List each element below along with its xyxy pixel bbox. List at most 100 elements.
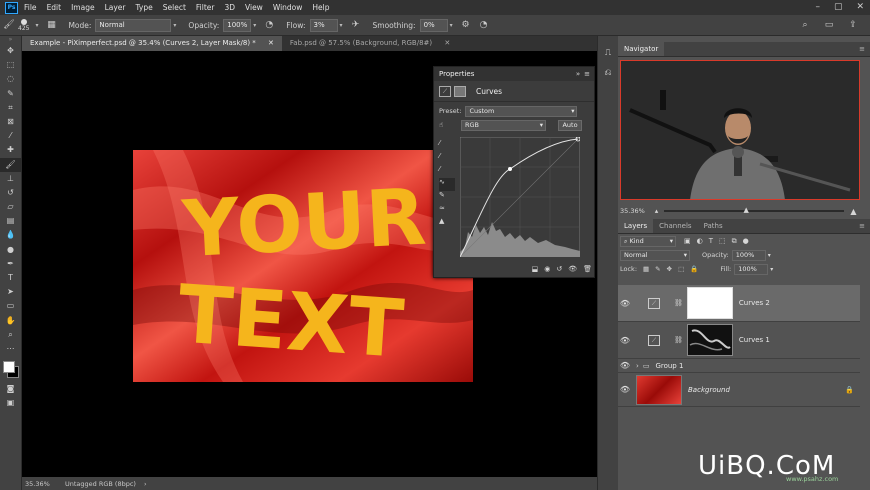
- link-chain-icon[interactable]: ⛓: [674, 336, 683, 344]
- zoom-out-icon[interactable]: ▴: [655, 207, 659, 215]
- zoom-tool-icon[interactable]: ⌕: [0, 328, 21, 342]
- shape-tool-icon[interactable]: ▭: [0, 299, 21, 313]
- lock-image-icon[interactable]: ✎: [655, 265, 660, 273]
- more-tools-icon[interactable]: ⋯: [0, 342, 21, 356]
- filter-smart-object-icon[interactable]: ⧉: [732, 237, 737, 246]
- close-window-button[interactable]: ✕: [856, 2, 864, 12]
- opacity-input[interactable]: 100%: [223, 18, 252, 32]
- airbrush-icon[interactable]: ✈: [350, 19, 362, 31]
- chevron-right-icon[interactable]: ›: [636, 362, 639, 370]
- menu-image[interactable]: Image: [71, 3, 95, 12]
- menu-window[interactable]: Window: [273, 3, 303, 12]
- menu-filter[interactable]: Filter: [196, 3, 215, 12]
- tab-layers[interactable]: Layers: [618, 219, 654, 233]
- layer-mask-thumbnail[interactable]: [686, 324, 733, 356]
- layer-row-background[interactable]: 👁 Background 🔒: [618, 373, 860, 407]
- black-point-eyedropper-icon[interactable]: ⁄: [439, 139, 455, 152]
- smooth-curve-icon[interactable]: ≈: [439, 204, 455, 217]
- hand-tool-icon[interactable]: ✋: [0, 314, 21, 328]
- panel-menu-icon[interactable]: ≡: [859, 45, 865, 53]
- layer-opacity-input[interactable]: 100%: [731, 249, 766, 261]
- menu-help[interactable]: Help: [312, 3, 329, 12]
- lock-position-icon[interactable]: ✥: [667, 265, 672, 273]
- search-icon[interactable]: ⌕: [799, 19, 811, 31]
- history-panel-icon[interactable]: ⎍: [598, 48, 618, 58]
- menu-3d[interactable]: 3D: [224, 3, 235, 12]
- filter-shape-icon[interactable]: ⬚: [719, 237, 726, 246]
- quick-select-tool-icon[interactable]: ✎: [0, 87, 21, 101]
- layer-mask-thumbnail[interactable]: [686, 287, 733, 319]
- frame-tool-icon[interactable]: ⊠: [0, 115, 21, 129]
- menu-view[interactable]: View: [245, 3, 263, 12]
- dodge-tool-icon[interactable]: ●: [0, 243, 21, 257]
- visibility-eye-icon[interactable]: 👁: [618, 299, 632, 308]
- move-tool-icon[interactable]: ✥: [0, 44, 21, 58]
- fill-input[interactable]: 100%: [734, 263, 769, 275]
- minimize-button[interactable]: –: [815, 2, 820, 12]
- lock-all-icon[interactable]: 🔒: [690, 265, 698, 273]
- chevron-down-icon[interactable]: ▾: [768, 252, 771, 259]
- menu-layer[interactable]: Layer: [105, 3, 126, 12]
- curves-graph[interactable]: [460, 137, 580, 257]
- panel-menu-icon[interactable]: ≡: [584, 70, 590, 78]
- preset-select[interactable]: Custom ▾: [465, 105, 578, 117]
- close-icon[interactable]: ✕: [444, 39, 450, 47]
- panel-menu-icon[interactable]: ≡: [859, 222, 865, 230]
- layer-thumbnail[interactable]: [636, 374, 682, 405]
- link-chain-icon[interactable]: ⛓: [674, 299, 683, 307]
- tab-channels[interactable]: Channels: [653, 219, 697, 233]
- filter-pixel-icon[interactable]: ▣: [684, 237, 691, 246]
- eraser-tool-icon[interactable]: ▱: [0, 200, 21, 214]
- lock-artboard-icon[interactable]: ⬚: [678, 265, 684, 273]
- auto-button[interactable]: Auto: [558, 119, 582, 131]
- chevron-down-icon[interactable]: ▾: [770, 266, 773, 273]
- status-menu-arrow[interactable]: ›: [144, 480, 147, 488]
- share-icon[interactable]: ⇪: [847, 19, 859, 31]
- flow-input[interactable]: 3%: [309, 18, 338, 32]
- screen-mode-icon[interactable]: ▣: [0, 396, 21, 410]
- gear-icon[interactable]: ⚙: [460, 19, 472, 31]
- layer-name[interactable]: Group 1: [655, 362, 683, 370]
- history-brush-icon[interactable]: ↺: [0, 186, 21, 200]
- targeted-adjustment-icon[interactable]: ☝: [439, 121, 457, 129]
- lasso-tool-icon[interactable]: ◌: [0, 72, 21, 86]
- color-swatches[interactable]: [0, 356, 21, 382]
- white-point-eyedropper-icon[interactable]: ⁄: [439, 165, 455, 178]
- visibility-eye-icon[interactable]: 👁: [568, 265, 577, 273]
- navigator-zoom[interactable]: 35.36%: [620, 207, 645, 215]
- chevron-down-icon[interactable]: ▾: [450, 22, 457, 29]
- crop-tool-icon[interactable]: ⌗: [0, 101, 21, 115]
- brush-tool-icon[interactable]: 🖌: [3, 19, 15, 31]
- healing-brush-icon[interactable]: ✚: [0, 143, 21, 157]
- filter-type-icon[interactable]: T: [709, 237, 713, 246]
- zoom-slider[interactable]: ▲: [664, 207, 845, 214]
- zoom-readout[interactable]: 35.36%: [25, 480, 61, 488]
- panel-collapse-icon[interactable]: »: [0, 36, 21, 44]
- clip-to-layer-icon[interactable]: ⬓: [532, 265, 539, 273]
- path-select-icon[interactable]: ➤: [0, 285, 21, 299]
- marquee-tool-icon[interactable]: ⬚: [0, 58, 21, 72]
- brush-tool-icon[interactable]: 🖌: [0, 157, 21, 172]
- pencil-draw-icon[interactable]: ✎: [439, 191, 455, 204]
- visibility-eye-icon[interactable]: 👁: [618, 361, 632, 370]
- quick-mask-icon[interactable]: ◙: [0, 382, 21, 396]
- lock-transparent-icon[interactable]: ▦: [643, 265, 649, 273]
- view-proxy-rectangle[interactable]: [620, 60, 860, 200]
- properties-panel-icon[interactable]: ⎌: [598, 68, 618, 78]
- clipping-warning-icon[interactable]: ▲: [439, 217, 455, 230]
- layer-row-group-1[interactable]: 👁 › ▭ Group 1: [618, 359, 860, 373]
- tab-fab-psd[interactable]: Fab.psd @ 57.5% (Background, RGB/8#) ✕: [282, 36, 458, 51]
- close-icon[interactable]: ✕: [268, 39, 274, 47]
- brush-settings-icon[interactable]: ▦: [45, 19, 57, 31]
- tab-example-psd[interactable]: Example - PiXimperfect.psd @ 35.4% (Curv…: [22, 36, 282, 51]
- navigator-preview[interactable]: [620, 60, 860, 200]
- menu-select[interactable]: Select: [163, 3, 186, 12]
- layer-row-curves-1[interactable]: 👁 ⟋ ⛓ Curves 1: [618, 322, 860, 359]
- collapse-icon[interactable]: »: [576, 70, 580, 78]
- chevron-down-icon[interactable]: ▾: [340, 22, 347, 29]
- layer-row-curves-2[interactable]: 👁 ⟋ ⛓ Curves 2: [618, 285, 860, 322]
- layer-name[interactable]: Curves 2: [739, 299, 770, 307]
- workspace-icon[interactable]: ▭: [823, 19, 835, 31]
- trash-icon[interactable]: 🗑: [583, 265, 592, 273]
- layer-name[interactable]: Background: [688, 386, 730, 394]
